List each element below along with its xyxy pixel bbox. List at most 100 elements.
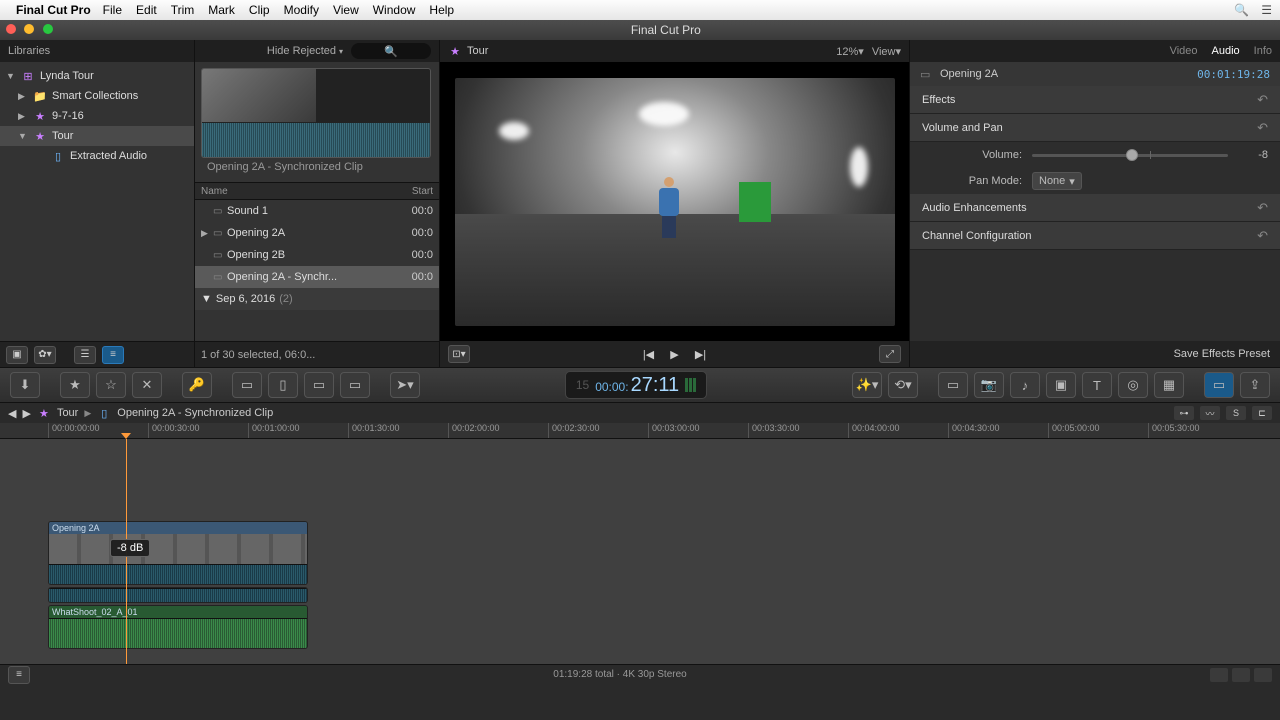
history-fwd-button[interactable]: ▶ bbox=[22, 407, 30, 420]
browser-search[interactable]: 🔍 bbox=[351, 43, 431, 59]
crumb-event[interactable]: Tour bbox=[57, 407, 78, 419]
text-button[interactable]: T bbox=[1082, 372, 1112, 398]
prev-edit-button[interactable]: |◀ bbox=[638, 345, 660, 363]
zoom-slider[interactable] bbox=[1232, 668, 1250, 682]
timeline-options-button[interactable] bbox=[1254, 668, 1272, 682]
view-dropdown[interactable]: View▾ bbox=[872, 45, 901, 58]
column-name[interactable]: Name bbox=[201, 186, 393, 197]
solo-button[interactable]: S bbox=[1226, 406, 1246, 420]
section-channel-config[interactable]: Channel Configuration ↶ bbox=[910, 222, 1280, 250]
menu-edit[interactable]: Edit bbox=[136, 3, 157, 17]
fullscreen-button[interactable]: ⤢ bbox=[879, 345, 901, 363]
generators-button[interactable]: ▦ bbox=[1154, 372, 1184, 398]
timeline-index-button[interactable]: ≡ bbox=[8, 666, 30, 684]
keyword-editor-button[interactable]: 🔑 bbox=[182, 372, 212, 398]
list-view-button[interactable]: ≡ bbox=[102, 346, 124, 364]
import-button[interactable]: ▣ bbox=[6, 346, 28, 364]
arrow-tool-button[interactable]: ➤▾ bbox=[390, 372, 420, 398]
filter-dropdown[interactable]: Hide Rejected▾ bbox=[267, 45, 343, 57]
reset-icon[interactable]: ↶ bbox=[1257, 120, 1268, 136]
connect-button[interactable]: ▭ bbox=[232, 372, 262, 398]
tab-audio[interactable]: Audio bbox=[1212, 45, 1240, 57]
clip-appearance-button[interactable] bbox=[1210, 668, 1228, 682]
history-back-button[interactable]: ◀ bbox=[8, 407, 16, 420]
menu-window[interactable]: Window bbox=[373, 3, 416, 17]
save-effects-preset-button[interactable]: Save Effects Preset bbox=[1174, 348, 1270, 360]
minimize-button[interactable] bbox=[24, 24, 34, 34]
library-item-9-7-16[interactable]: ▶ ★ 9-7-16 bbox=[0, 106, 194, 126]
next-edit-button[interactable]: ▶| bbox=[690, 345, 712, 363]
group-row-sep-6[interactable]: ▼ Sep 6, 2016 (2) bbox=[195, 288, 439, 310]
timecode-display[interactable]: 15 00:00: 27:11 bbox=[565, 371, 707, 399]
menu-file[interactable]: File bbox=[103, 3, 122, 17]
section-audio-enhancements[interactable]: Audio Enhancements ↶ bbox=[910, 194, 1280, 222]
disclosure-triangle[interactable]: ▼ bbox=[201, 293, 212, 305]
titles-button[interactable]: ▣ bbox=[1046, 372, 1076, 398]
pan-mode-select[interactable]: None▾ bbox=[1032, 172, 1082, 190]
insert-button[interactable]: ▯ bbox=[268, 372, 298, 398]
disclosure-triangle[interactable]: ▶ bbox=[18, 111, 28, 122]
tab-video[interactable]: Video bbox=[1170, 45, 1198, 57]
audio-skimming-button[interactable]: 〰 bbox=[1200, 406, 1220, 420]
library-item-smart-collections[interactable]: ▶ 📁 Smart Collections bbox=[0, 86, 194, 106]
filmstrip-view-button[interactable]: ☰ bbox=[74, 346, 96, 364]
gear-button[interactable]: ✿▾ bbox=[34, 346, 56, 364]
photos-button[interactable]: 📷 bbox=[974, 372, 1004, 398]
enhance-button[interactable]: ✨▾ bbox=[852, 372, 882, 398]
library-item-tour[interactable]: ▼ ★ Tour bbox=[0, 126, 194, 146]
themes-button[interactable]: ◎ bbox=[1118, 372, 1148, 398]
reset-icon[interactable]: ↶ bbox=[1257, 92, 1268, 108]
zoom-dropdown[interactable]: 12%▾ bbox=[836, 45, 864, 58]
reset-icon[interactable]: ↶ bbox=[1257, 200, 1268, 216]
clip-row-sound-1[interactable]: ▭ Sound 1 00:0 bbox=[195, 200, 439, 222]
disclosure-triangle[interactable]: ▼ bbox=[18, 131, 28, 141]
column-start[interactable]: Start bbox=[393, 186, 433, 197]
disclosure-triangle[interactable]: ▶ bbox=[18, 91, 28, 102]
timeline-clip-audio-lane[interactable] bbox=[48, 587, 308, 603]
transform-button[interactable]: ⊡▾ bbox=[448, 345, 470, 363]
maximize-button[interactable] bbox=[43, 24, 53, 34]
app-name[interactable]: Final Cut Pro bbox=[16, 3, 91, 17]
import-media-button[interactable]: ⬇ bbox=[10, 372, 40, 398]
clip-thumbnail[interactable] bbox=[201, 68, 431, 158]
section-effects[interactable]: Effects ↶ bbox=[910, 86, 1280, 114]
menu-mark[interactable]: Mark bbox=[208, 3, 235, 17]
menu-extras-icon[interactable]: ☰ bbox=[1261, 3, 1272, 17]
timeline-ruler[interactable]: 00:00:00:00 00:00:30:00 00:01:00:00 00:0… bbox=[0, 423, 1280, 439]
volume-slider[interactable] bbox=[1032, 148, 1228, 162]
reset-icon[interactable]: ↶ bbox=[1257, 228, 1268, 244]
viewer-canvas[interactable] bbox=[440, 62, 909, 341]
snapping-button[interactable]: ⊏ bbox=[1252, 406, 1272, 420]
menu-clip[interactable]: Clip bbox=[249, 3, 270, 17]
disclosure-triangle[interactable]: ▶ bbox=[201, 228, 213, 239]
tab-info[interactable]: Info bbox=[1254, 45, 1272, 57]
disclosure-triangle[interactable]: ▼ bbox=[6, 71, 16, 81]
clip-row-opening-2a-sync[interactable]: ▭ Opening 2A - Synchr... 00:0 bbox=[195, 266, 439, 288]
clips-button[interactable]: ▭ bbox=[938, 372, 968, 398]
close-button[interactable] bbox=[6, 24, 16, 34]
timeline-body[interactable]: Opening 2A WhatShoot_02_A_01 -8 dB bbox=[0, 439, 1280, 664]
menu-help[interactable]: Help bbox=[429, 3, 454, 17]
timeline-clip-opening-2a[interactable]: Opening 2A bbox=[48, 521, 308, 585]
library-item-extracted-audio[interactable]: ▯ Extracted Audio bbox=[0, 146, 194, 166]
menu-trim[interactable]: Trim bbox=[171, 3, 195, 17]
menu-view[interactable]: View bbox=[333, 3, 359, 17]
menu-modify[interactable]: Modify bbox=[284, 3, 319, 17]
append-button[interactable]: ▭ bbox=[304, 372, 334, 398]
share-button[interactable]: ⇪ bbox=[1240, 372, 1270, 398]
crumb-clip[interactable]: Opening 2A - Synchronized Clip bbox=[117, 407, 273, 419]
clip-row-opening-2b[interactable]: ▭ Opening 2B 00:0 bbox=[195, 244, 439, 266]
retime-button[interactable]: ⟲▾ bbox=[888, 372, 918, 398]
clip-row-opening-2a[interactable]: ▶▭ Opening 2A 00:0 bbox=[195, 222, 439, 244]
overwrite-button[interactable]: ▭ bbox=[340, 372, 370, 398]
favorite-button[interactable]: ☆ bbox=[96, 372, 126, 398]
skimming-button[interactable]: ⊶ bbox=[1174, 406, 1194, 420]
reject-button[interactable]: ✕ bbox=[132, 372, 162, 398]
library-item-lynda-tour[interactable]: ▼ ⊞ Lynda Tour bbox=[0, 66, 194, 86]
keyword-button[interactable]: ★ bbox=[60, 372, 90, 398]
effects-browser-button[interactable]: ▭ bbox=[1204, 372, 1234, 398]
timeline-clip-whatshoot[interactable]: WhatShoot_02_A_01 bbox=[48, 605, 308, 649]
section-volume-pan[interactable]: Volume and Pan ↶ bbox=[910, 114, 1280, 142]
spotlight-icon[interactable]: 🔍 bbox=[1234, 3, 1249, 17]
music-button[interactable]: ♪ bbox=[1010, 372, 1040, 398]
